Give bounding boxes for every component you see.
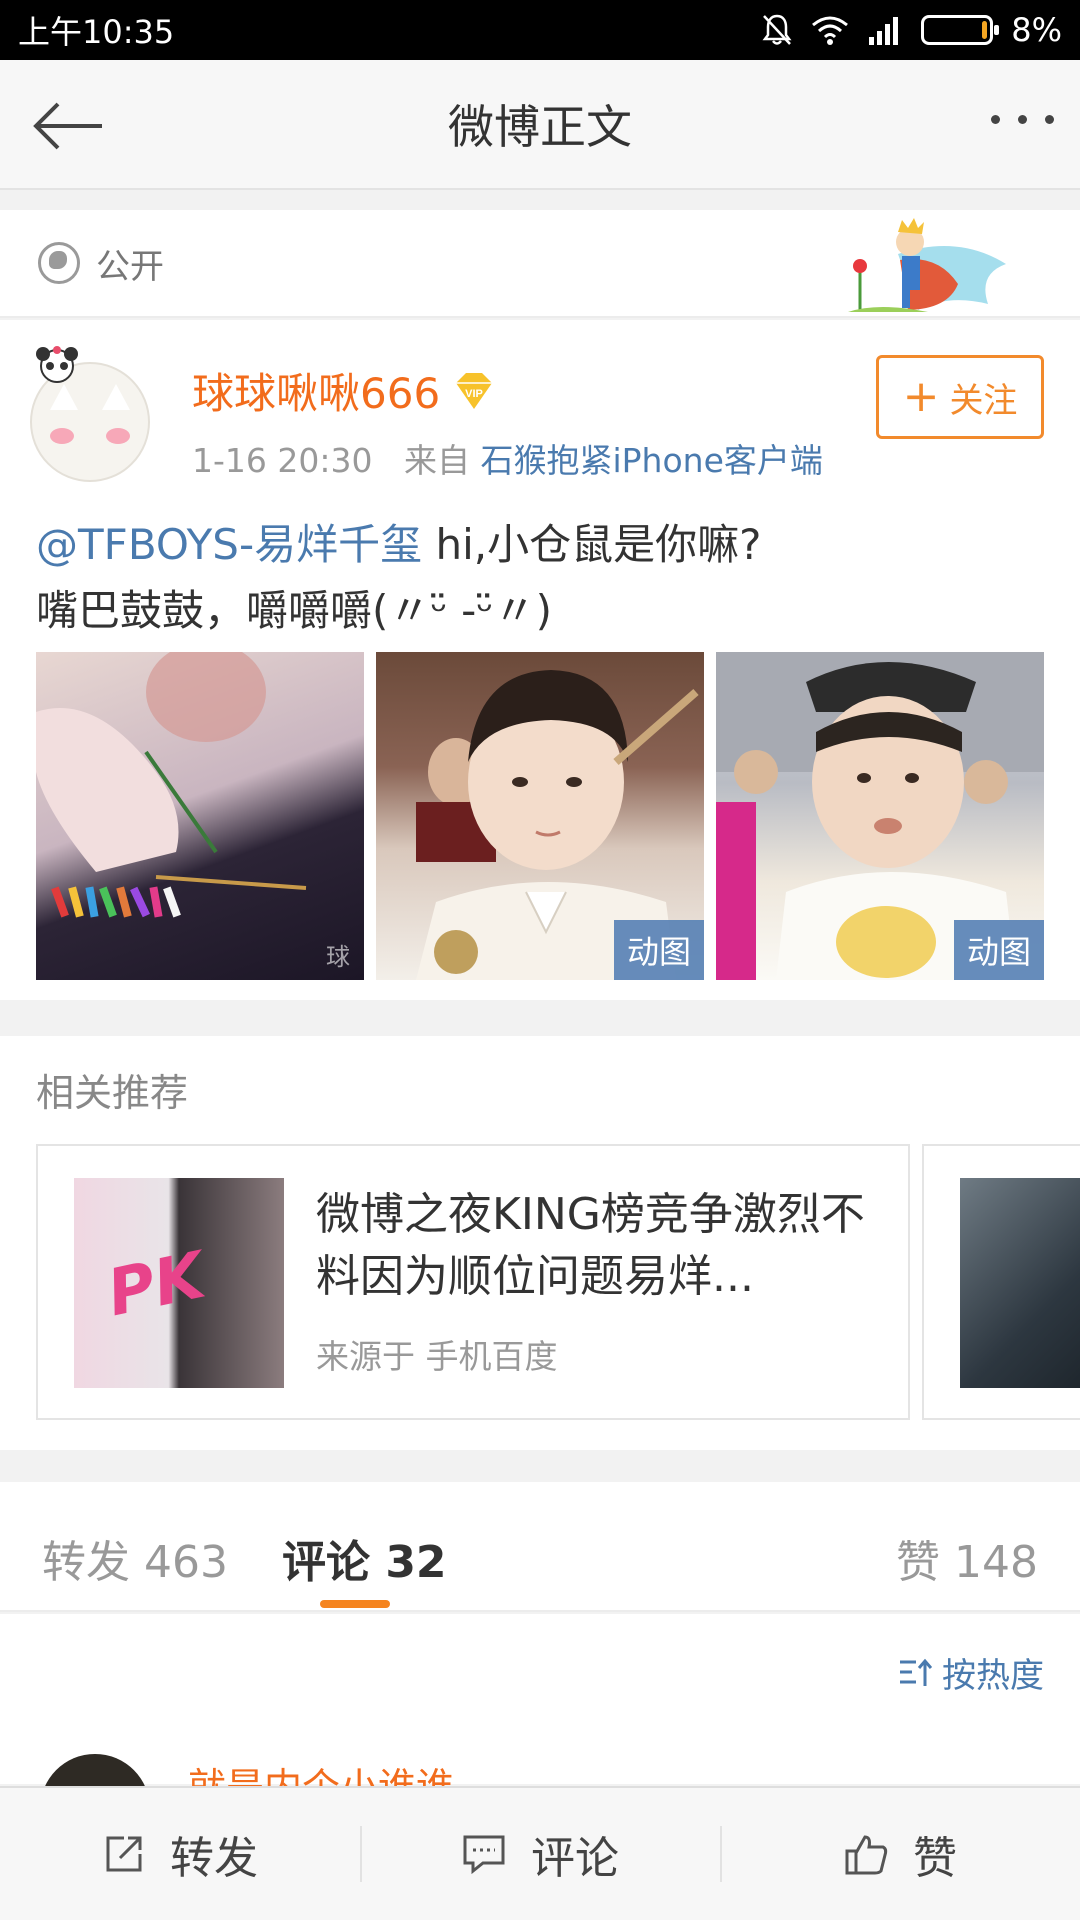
image-grid: 球 动图 动图 — [36, 652, 1044, 980]
svg-text:VIP: VIP — [465, 388, 483, 400]
post-text: @TFBOYS-易烊千玺 hi,小仓鼠是你嘛? 嘴巴鼓鼓，嚼嚼嚼(〃ᵕ̈ -ᵕ̈… — [36, 512, 1036, 644]
page-title: 微博正文 — [448, 100, 632, 154]
post-time: 1-16 20:30 — [192, 441, 373, 480]
follow-label: 关注 — [949, 380, 1018, 421]
post-username[interactable]: 球球啾啾666 VIP — [192, 360, 496, 421]
mention-link[interactable]: @TFBOYS-易烊千玺 — [36, 520, 422, 569]
follow-button[interactable]: + 关注 — [876, 355, 1044, 439]
little-prince-decoration — [848, 218, 1006, 312]
battery-icon — [921, 15, 1000, 45]
related-card-image: PK — [74, 1178, 284, 1388]
globe-icon — [38, 242, 80, 284]
repost-label: 转发 — [170, 1833, 258, 1884]
tab-comment[interactable]: 评论 32 — [282, 1526, 447, 1590]
thumbs-up-icon — [845, 1835, 888, 1875]
mute-bell-icon — [761, 13, 793, 47]
tab-repost[interactable]: 转发 463 — [42, 1526, 228, 1590]
sort-label: 按热度 — [942, 1656, 1044, 1696]
related-card-next[interactable] — [922, 1144, 1080, 1420]
post-text-line1: hi,小仓鼠是你嘛? — [422, 520, 762, 569]
interaction-tabs: 转发 463 评论 32 赞 148 — [0, 1482, 1080, 1612]
comment-label: 评论 — [531, 1833, 619, 1884]
post-text-line2: 嘴巴鼓鼓，嚼嚼嚼(〃ᵕ̈ -ᵕ̈〃) — [36, 586, 553, 635]
vip-crown-icon: VIP — [456, 372, 493, 409]
related-section: 相关推荐 PK 微博之夜KING榜竞争激烈不料因为顺位问题易烊... 来源于 手… — [0, 1036, 1080, 1450]
battery-percent: 8% — [1011, 11, 1062, 49]
plus-icon: + — [902, 371, 940, 422]
post-card: 球球啾啾666 VIP 1-16 20:30 来自 石猴抱紧iPhone客户端 … — [0, 320, 1080, 1000]
more-options-icon[interactable] — [991, 115, 1054, 124]
comment-list: 按热度 就是内个小谁谁 — [0, 1614, 1080, 1864]
wifi-icon — [811, 15, 849, 45]
sort-icon — [900, 1658, 932, 1686]
share-icon — [106, 1836, 142, 1872]
watermark: 球 — [326, 943, 350, 971]
back-arrow-icon[interactable] — [30, 98, 104, 154]
post-image-2[interactable]: 动图 — [376, 652, 704, 980]
gif-badge: 动图 — [954, 920, 1044, 980]
related-card[interactable]: PK 微博之夜KING榜竞争激烈不料因为顺位问题易烊... 来源于 手机百度 — [36, 1144, 910, 1420]
sort-by-hot-button[interactable]: 按热度 — [898, 1648, 1044, 1697]
post-image-3[interactable]: 动图 — [716, 652, 1044, 980]
panda-icon — [36, 346, 78, 383]
status-time: 上午10:35 — [18, 13, 175, 51]
repost-button[interactable]: 转发 — [0, 1788, 360, 1920]
comment-button[interactable]: 评论 — [360, 1788, 720, 1920]
gif-badge: 动图 — [614, 920, 704, 980]
nav-bar: 微博正文 — [0, 60, 1080, 190]
like-label: 赞 — [913, 1833, 957, 1884]
post-meta: 1-16 20:30 来自 石猴抱紧iPhone客户端 — [192, 434, 823, 482]
visibility-label: 公开 — [96, 246, 164, 287]
status-bar: 上午10:35 8% — [0, 0, 1080, 60]
username-text[interactable]: 球球啾啾666 — [192, 360, 440, 421]
tab-like[interactable]: 赞 148 — [896, 1526, 1038, 1590]
post-from-label: 来自 — [403, 441, 470, 480]
related-card-title: 微博之夜KING榜竞争激烈不料因为顺位问题易烊... — [316, 1189, 865, 1302]
post-image-1[interactable]: 球 — [36, 652, 364, 980]
comment-icon — [463, 1835, 505, 1875]
bottom-action-bar: 转发 评论 赞 — [0, 1786, 1080, 1920]
like-button[interactable]: 赞 — [720, 1788, 1080, 1920]
related-title: 相关推荐 — [36, 1071, 189, 1115]
related-card-source: 来源于 手机百度 — [316, 1337, 558, 1376]
signal-icon — [867, 15, 903, 45]
post-source[interactable]: 石猴抱紧iPhone客户端 — [480, 441, 822, 480]
tab-active-indicator — [320, 1600, 390, 1608]
related-image-text: PK — [101, 1238, 212, 1332]
visibility-bar: 公开 — [0, 210, 1080, 318]
